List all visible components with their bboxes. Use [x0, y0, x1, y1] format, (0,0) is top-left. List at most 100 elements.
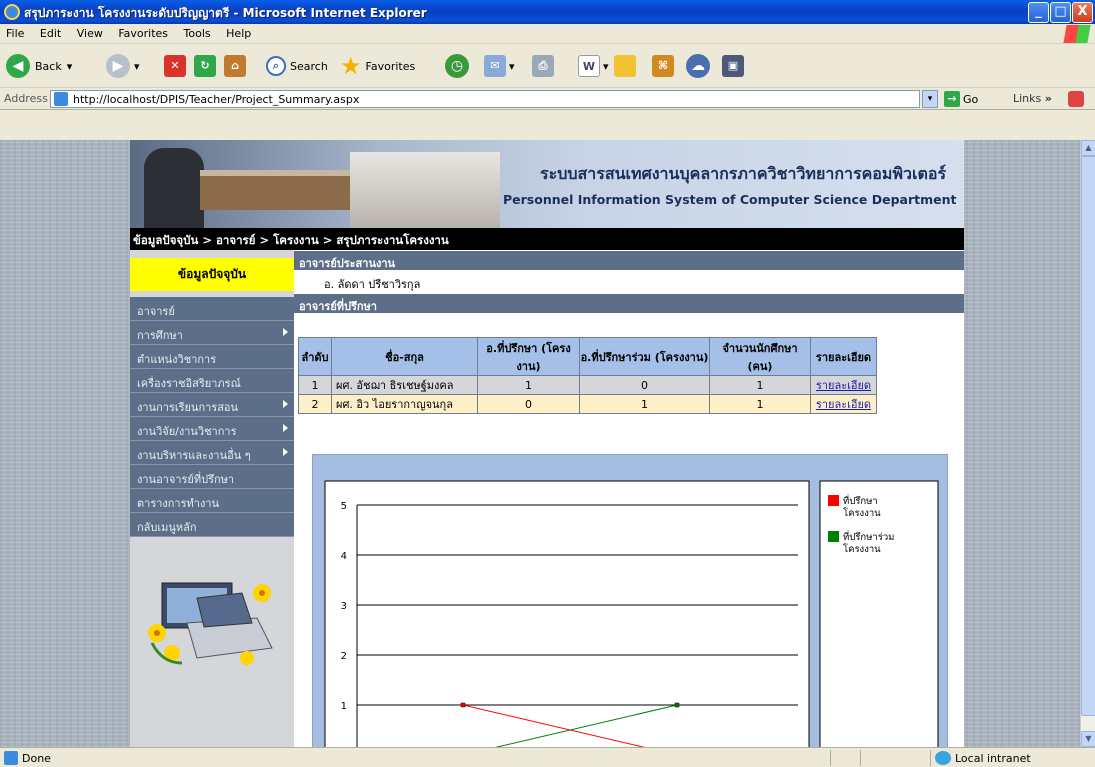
y-tick-label: 4: [341, 551, 347, 562]
mail-icon: ✉: [484, 55, 506, 77]
favorites-label: Favorites: [365, 59, 416, 73]
legend-label: โครงงาน: [843, 543, 881, 555]
windows-logo-icon: [1063, 25, 1091, 43]
maximize-button[interactable]: □: [1050, 2, 1071, 23]
sidebar-item-label: ตารางการทำงาน: [137, 497, 220, 510]
status-divider: [830, 750, 831, 766]
y-tick-label: 3: [341, 601, 347, 612]
edit-button[interactable]: W ▾: [578, 50, 609, 82]
menu-edit[interactable]: Edit: [34, 24, 67, 40]
advisor-count: 0: [477, 394, 580, 414]
scroll-down-icon[interactable]: ▼: [1081, 731, 1095, 747]
sidebar-item[interactable]: กลับเมนูหลัก: [130, 513, 294, 537]
sidebar-item[interactable]: งานวิจัย/งานวิชาการ: [130, 417, 294, 441]
toolbar-extra-button[interactable]: ▣: [722, 50, 744, 82]
row-number: 1: [298, 375, 332, 395]
sidebar-item[interactable]: งานอาจารย์ที่ปรึกษา: [130, 465, 294, 489]
advisor-count: 1: [477, 375, 580, 395]
table-row: 1 ผศ. อัชฌา ธิรเชษฐ์มงคล 1 0 1 รายละเอีย…: [298, 375, 877, 395]
search-button[interactable]: ⌕ Search: [266, 50, 328, 82]
sidebar-item[interactable]: อาจารย์: [130, 297, 294, 321]
row-number: 2: [298, 394, 332, 414]
scroll-thumb[interactable]: [1081, 156, 1095, 716]
menu-favorites[interactable]: Favorites: [112, 24, 174, 40]
sidebar-item[interactable]: การศึกษา: [130, 321, 294, 345]
back-dropdown-icon[interactable]: ▾: [67, 60, 73, 73]
security-zone[interactable]: Local intranet: [935, 751, 1031, 765]
scroll-up-icon[interactable]: ▲: [1081, 140, 1095, 156]
research-button[interactable]: ⌘: [652, 50, 674, 82]
table-row: 2 ผศ. อิว ไอยรากาญจนกุล 0 1 1 รายละเอียด: [298, 394, 877, 414]
advisor-line-chart: 12345 ที่ปรึกษาโครงงานที่ปรึกษาร่วมโครงงา…: [324, 480, 939, 747]
refresh-button[interactable]: ↻: [194, 50, 216, 82]
links-toolbar-icon[interactable]: [1068, 91, 1084, 107]
vertical-scrollbar[interactable]: ▲ ▼: [1080, 140, 1095, 747]
mail-dropdown-icon[interactable]: ▾: [509, 60, 515, 73]
back-button[interactable]: ◀ Back ▾: [6, 50, 72, 82]
banner-title-thai: ระบบสารสนเทศงานบุคลากรภาควิชาวิทยาการคอม…: [540, 164, 947, 183]
history-icon: ◷: [445, 54, 469, 78]
y-tick-label: 2: [341, 651, 347, 662]
messenger-button[interactable]: ☁: [686, 50, 710, 82]
sidebar-item-label: ตำแหน่งวิชาการ: [137, 353, 217, 366]
sidebar-item[interactable]: เครื่องราชอิสริยาภรณ์: [130, 369, 294, 393]
statue-image: [144, 148, 204, 228]
research-icon: ⌘: [652, 55, 674, 77]
sidebar-item-label: งานบริหารและงานอื่น ๆ: [137, 449, 251, 462]
mail-button[interactable]: ✉ ▾: [484, 50, 515, 82]
sidebar-item-label: งานวิจัย/งานวิชาการ: [137, 425, 237, 438]
home-button[interactable]: ⌂: [224, 50, 246, 82]
sidebar-item[interactable]: งานบริหารและงานอื่น ๆ: [130, 441, 294, 465]
window-titlebar[interactable]: สรุปภาระงาน โครงงานระดับปริญญาตรี - Micr…: [0, 0, 1095, 24]
print-button[interactable]: ⎙: [532, 50, 554, 82]
home-icon: ⌂: [224, 55, 246, 77]
column-header: รายละเอียด: [810, 337, 877, 376]
menu-file[interactable]: File: [0, 24, 30, 40]
sidebar-item[interactable]: งานการเรียนการสอน: [130, 393, 294, 417]
edit-dropdown-icon[interactable]: ▾: [603, 60, 609, 73]
stop-button[interactable]: ✕: [164, 50, 186, 82]
links-label: Links: [1013, 92, 1042, 105]
menu-tools[interactable]: Tools: [178, 24, 217, 40]
sidebar-item-label: อาจารย์: [137, 305, 175, 318]
sidebar-item-label: งานการเรียนการสอน: [137, 401, 239, 414]
address-url: http://localhost/DPIS/Teacher/Project_Su…: [73, 93, 360, 106]
legend-swatch: [828, 495, 839, 506]
legend-label: ที่ปรึกษาร่วม: [843, 530, 894, 543]
go-button[interactable]: → Go: [944, 91, 978, 107]
links-button[interactable]: Links »: [1013, 92, 1052, 105]
page-container: ระบบสารสนเทศงานบุคลากรภาควิชาวิทยาการคอม…: [130, 140, 964, 747]
close-button[interactable]: X: [1072, 2, 1093, 23]
details-link[interactable]: รายละเอียด: [816, 398, 871, 411]
page-icon: [54, 92, 68, 106]
favorites-button[interactable]: ★ Favorites: [340, 50, 415, 82]
sidebar-item-label: กลับเมนูหลัก: [137, 521, 197, 534]
minimize-button[interactable]: _: [1028, 2, 1049, 23]
advisors-table: ลำดับ ชื่อ-สกุล อ.ที่ปรึกษา (โครงงาน) อ.…: [298, 337, 877, 414]
sidebar-item[interactable]: ตำแหน่งวิชาการ: [130, 345, 294, 369]
menu-view[interactable]: View: [71, 24, 109, 40]
sidebar-item[interactable]: ตารางการทำงาน: [130, 489, 294, 513]
sidebar-menu: อาจารย์การศึกษาตำแหน่งวิชาการเครื่องราชอ…: [130, 297, 294, 537]
forward-dropdown-icon[interactable]: ▾: [134, 60, 140, 73]
status-divider: [930, 750, 931, 766]
folder-button[interactable]: [614, 50, 636, 82]
forward-button[interactable]: ▶ ▾: [106, 50, 140, 82]
submenu-arrow-icon: [283, 448, 288, 456]
legend-label: ที่ปรึกษา: [843, 494, 878, 507]
status-divider: [860, 750, 861, 766]
sidebar-item-label: เครื่องราชอิสริยาภรณ์: [137, 377, 241, 390]
back-arrow-icon: ◀: [6, 54, 30, 78]
address-input[interactable]: http://localhost/DPIS/Teacher/Project_Su…: [50, 90, 920, 108]
history-button[interactable]: ◷: [445, 50, 469, 82]
address-bar: Address http://localhost/DPIS/Teacher/Pr…: [0, 88, 1095, 110]
edit-page-icon: W: [578, 55, 600, 77]
menu-help[interactable]: Help: [220, 24, 257, 40]
zone-label: Local intranet: [955, 751, 1031, 765]
address-dropdown-icon[interactable]: ▾: [922, 90, 938, 108]
details-link[interactable]: รายละเอียด: [816, 379, 871, 392]
details-cell: รายละเอียด: [810, 394, 877, 414]
co-advisor-count: 0: [579, 375, 710, 395]
favorites-star-icon: ★: [340, 52, 362, 80]
go-label: Go: [963, 92, 979, 106]
